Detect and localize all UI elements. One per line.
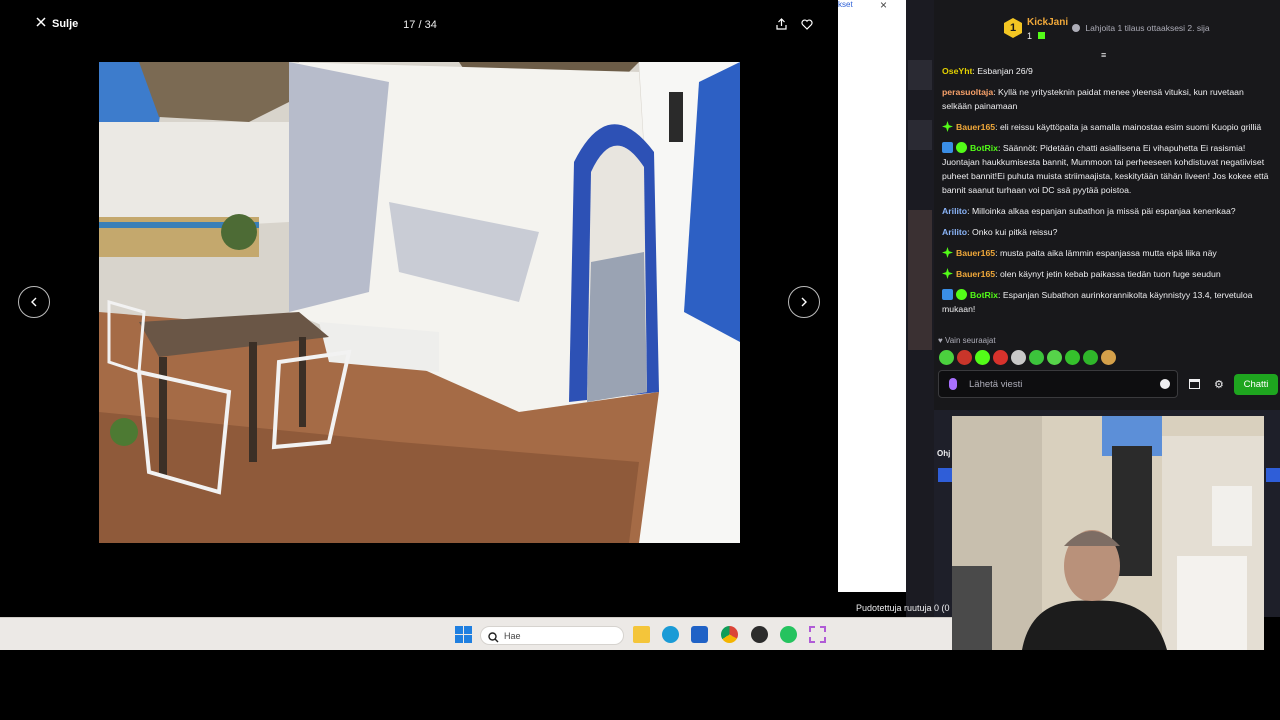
background-browser-window: kset × <box>838 0 906 592</box>
chat-message: BotRix: Espanjan Subathon aurinkoranniko… <box>942 288 1274 316</box>
chat-username[interactable]: Arilito <box>942 206 967 216</box>
taskbar-search-input[interactable] <box>504 629 614 643</box>
next-photo-button[interactable] <box>788 286 820 318</box>
windows-taskbar <box>0 617 952 650</box>
star-badge-icon <box>942 121 953 132</box>
store-app-icon[interactable] <box>691 626 708 643</box>
followers-only-notice: ♥ Vain seuraajat <box>938 336 996 345</box>
star-badge-icon <box>942 247 953 258</box>
chat-username[interactable]: Bauer165 <box>956 269 995 279</box>
chat-username[interactable]: Arilito <box>942 227 967 237</box>
close-button[interactable]: Sulje <box>36 17 78 30</box>
chat-message: Arilito: Milloinka alkaa espanjan subath… <box>942 204 1274 218</box>
close-label: Sulje <box>52 17 79 30</box>
emote-icon[interactable] <box>1011 350 1026 365</box>
search-icon <box>488 630 499 648</box>
whatsapp-icon[interactable] <box>780 626 797 643</box>
chat-message-text: olen käynyt jetin kebab paikassa tiedän … <box>999 269 1221 279</box>
browser-close-icon[interactable]: × <box>880 0 887 12</box>
rank-badge: 1 <box>1004 18 1022 38</box>
gift-icon <box>1037 32 1045 39</box>
emote-icon[interactable] <box>1101 350 1116 365</box>
chat-username[interactable]: perasuoltaja <box>942 87 993 97</box>
chat-message: perasuoltaja: Kyllä ne yritysteknin paid… <box>942 85 1274 113</box>
patio-photo <box>99 62 740 543</box>
top-gifter-name[interactable]: KickJani <box>1027 17 1068 28</box>
gift-circle-icon <box>1072 24 1080 32</box>
photo-counter: 17 / 34 <box>403 19 437 31</box>
chat-panel: 1 KickJani 1 Lahjoita 1 tilaus ottaakses… <box>934 0 1280 410</box>
chat-header: 1 KickJani 1 Lahjoita 1 tilaus ottaakses… <box>934 0 1280 60</box>
emoji-icon[interactable] <box>1160 379 1170 389</box>
chat-message-text: eli reissu käyttöpaita ja samalla mainos… <box>999 122 1262 132</box>
followers-only-label: Vain seuraajat <box>944 336 996 345</box>
chat-message-text: Milloinka alkaa espanjan subathon ja mis… <box>971 206 1236 216</box>
emote-icon[interactable] <box>1047 350 1062 365</box>
chat-username[interactable]: Bauer165 <box>956 248 995 258</box>
chat-username[interactable]: BotRix <box>970 290 998 300</box>
top-gifter-count-value: 1 <box>1027 31 1033 41</box>
star-badge-icon <box>942 268 953 279</box>
chevron-left-icon <box>30 294 38 310</box>
chat-messages: OseYht: Esbanjan 26/9 perasuoltaja: Kyllä… <box>942 64 1274 323</box>
chat-message-input[interactable] <box>969 377 1149 392</box>
heart-icon[interactable] <box>801 17 813 35</box>
windows-start-icon[interactable] <box>455 626 472 643</box>
emote-icon[interactable] <box>957 350 972 365</box>
browser-partial-text: kset <box>838 0 853 9</box>
emote-icon[interactable] <box>993 350 1008 365</box>
chat-message: OseYht: Esbanjan 26/9 <box>942 64 1274 78</box>
photo-viewer: Sulje 17 / 34 <box>0 0 837 617</box>
gift-info[interactable]: Lahjoita 1 tilaus ottaaksesi 2. sija <box>1072 23 1210 33</box>
chat-input-box[interactable] <box>938 370 1178 398</box>
background-app-strip <box>906 0 934 617</box>
chat-username[interactable]: OseYht <box>942 66 972 76</box>
chat-username[interactable]: BotRix <box>970 143 998 153</box>
chat-message-text: musta paita aika lämmin espanjassa mutta… <box>999 248 1217 258</box>
taskbar-search[interactable] <box>480 626 624 645</box>
obs-icon[interactable] <box>751 626 768 643</box>
bot-badge-icon <box>942 142 953 153</box>
emote-icon[interactable] <box>1029 350 1044 365</box>
share-icon[interactable] <box>776 17 787 35</box>
file-explorer-icon[interactable] <box>633 626 650 643</box>
edge-icon[interactable] <box>662 626 679 643</box>
emote-bar <box>939 350 1116 365</box>
verified-badge-icon <box>956 142 967 153</box>
gift-info-label: Lahjoita 1 tilaus ottaaksesi 2. sija <box>1085 23 1210 33</box>
close-icon <box>36 17 46 30</box>
emote-icon[interactable] <box>1083 350 1098 365</box>
store-icon[interactable] <box>1189 379 1200 389</box>
previous-photo-button[interactable] <box>18 286 50 318</box>
chrome-icon[interactable] <box>721 626 738 643</box>
snipping-tool-icon[interactable] <box>809 626 826 643</box>
verified-badge-icon <box>956 289 967 300</box>
bot-badge-icon <box>942 289 953 300</box>
emote-icon[interactable] <box>1065 350 1080 365</box>
collapse-icon[interactable]: ≡ <box>1101 50 1106 60</box>
chat-message: BotRix: Säännöt: Pidetään chatti asialli… <box>942 141 1274 197</box>
microphone-icon[interactable] <box>949 378 957 390</box>
chat-message: Bauer165: eli reissu käyttöpaita ja sama… <box>942 120 1274 134</box>
chat-message: Bauer165: musta paita aika lämmin espanj… <box>942 246 1274 260</box>
screen: Sulje 17 / 34 kset × Ohj Pudotettuja ruu… <box>0 0 1280 720</box>
dropped-frames-status: Pudotettuja ruutuja 0 (0 <box>856 603 950 613</box>
top-gifter-count: 1 <box>1027 31 1045 41</box>
emote-icon[interactable] <box>939 350 954 365</box>
gear-icon[interactable]: ⚙ <box>1214 378 1224 391</box>
heart-icon: ♥ <box>938 336 943 345</box>
chat-username[interactable]: Bauer165 <box>956 122 995 132</box>
emote-icon[interactable] <box>975 350 990 365</box>
chat-message: Bauer165: olen käynyt jetin kebab paikas… <box>942 267 1274 281</box>
chevron-right-icon <box>800 294 808 310</box>
chat-message: Arilito: Onko kui pitkä reissu? <box>942 225 1274 239</box>
chat-message-text: Esbanjan 26/9 <box>977 66 1033 76</box>
chat-message-text: Onko kui pitkä reissu? <box>971 227 1058 237</box>
send-chat-button[interactable]: Chatti <box>1234 374 1278 395</box>
obs-controls-label: Ohj <box>937 449 951 458</box>
webcam-feed <box>952 416 1264 650</box>
